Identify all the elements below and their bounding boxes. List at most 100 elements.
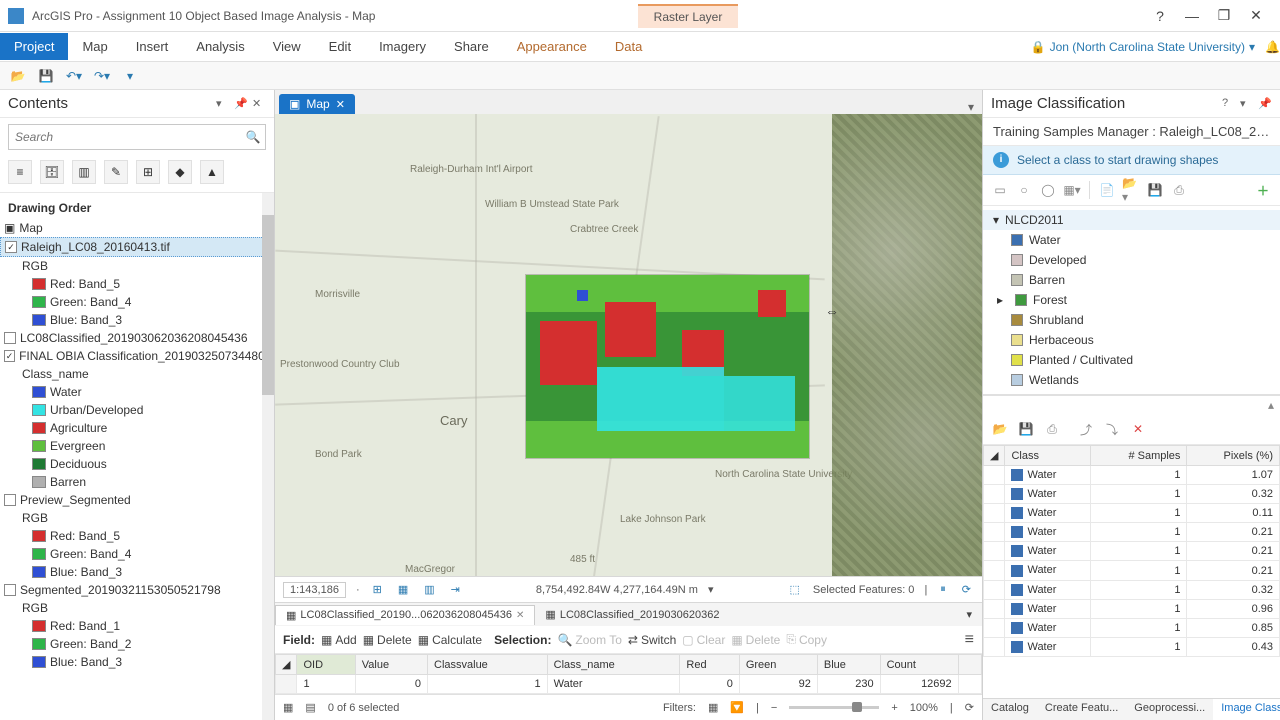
add-field-button[interactable]: ▦ Add [321, 633, 357, 647]
save-samples-icon[interactable]: 💾 [1017, 420, 1035, 438]
menu-icon[interactable]: ≡ [965, 631, 974, 649]
rectangle-tool-icon[interactable]: ▭ [991, 181, 1009, 199]
scrollbar[interactable] [262, 193, 274, 720]
restore-icon[interactable]: ❐ [1208, 4, 1240, 28]
map-tab[interactable]: ▣ Map ✕ [279, 94, 355, 114]
signed-in-user[interactable]: 🔒Jon (North Carolina State University)▾ [1031, 40, 1265, 54]
schema-class-row[interactable]: Barren [983, 270, 1280, 290]
attr-dropdown-icon[interactable]: ▾ [956, 605, 982, 624]
checkbox-icon[interactable]: ✓ [5, 241, 17, 253]
tab-appearance[interactable]: Appearance [503, 33, 601, 60]
layer-segmented[interactable]: Segmented_20190321153050521798 [0, 581, 274, 599]
pin-icon[interactable]: 📌 [234, 97, 248, 111]
tab-map[interactable]: Map [68, 33, 121, 60]
delete-sample-icon[interactable]: ✕ [1129, 420, 1147, 438]
schema-class-row[interactable]: Developed [983, 250, 1280, 270]
tab-geoprocessing[interactable]: Geoprocessi... [1126, 699, 1213, 720]
close-tab-icon[interactable]: ✕ [516, 610, 524, 621]
checkbox-icon[interactable] [4, 332, 16, 344]
attr-tab-2[interactable]: ▦ LC08Classified_2019030620362 [535, 605, 729, 624]
tab-catalog[interactable]: Catalog [983, 699, 1037, 720]
close-icon[interactable]: ✕ [1240, 4, 1272, 28]
sample-row[interactable]: Water10.32 [984, 485, 1280, 504]
col-class[interactable]: Class [1005, 446, 1091, 466]
delete-sel-button[interactable]: ▦ Delete [731, 633, 780, 647]
col-pixels[interactable]: Pixels (%) [1187, 446, 1280, 466]
list-by-snapping-icon[interactable]: ⊞ [136, 160, 160, 184]
open-icon[interactable]: 📂 [8, 66, 28, 86]
save-schema-icon[interactable]: 💾 [1146, 181, 1164, 199]
layer-final-obia[interactable]: ✓FINAL OBIA Classification_2019032507344… [0, 347, 274, 365]
tab-view[interactable]: View [259, 33, 315, 60]
delete-field-button[interactable]: ▦ Delete [363, 633, 412, 647]
collapse-icon[interactable]: ▴ [1268, 398, 1274, 412]
col-red[interactable]: Red [680, 655, 739, 675]
close-tab-icon[interactable]: ✕ [336, 98, 345, 111]
list-by-selection-icon[interactable]: ▥ [72, 160, 96, 184]
tab-project[interactable]: Project [0, 33, 68, 60]
sample-row[interactable]: Water10.85 [984, 618, 1280, 637]
sample-row[interactable]: Water10.21 [984, 523, 1280, 542]
pin-icon[interactable]: 📌 [1258, 97, 1272, 111]
dropdown-icon[interactable]: ▾ [1240, 97, 1254, 111]
attr-tab-1[interactable]: ▦ LC08Classified_20190...062036208045436… [275, 605, 535, 625]
filter-icon[interactable]: ▦ [708, 701, 718, 714]
nav-tool-icon[interactable]: ▦ [395, 583, 411, 596]
zoom-out-icon[interactable]: − [771, 702, 777, 714]
sample-row[interactable]: Water10.43 [984, 637, 1280, 656]
show-all-icon[interactable]: ▦ [283, 701, 293, 714]
copy-button[interactable]: ⎘ Copy [786, 632, 827, 647]
schema-class-row[interactable]: Wetlands [983, 370, 1280, 390]
tab-create-features[interactable]: Create Featu... [1037, 699, 1126, 720]
schema-class-row[interactable]: Water [983, 230, 1280, 250]
schema-root[interactable]: ▾NLCD2011 [983, 210, 1280, 230]
tab-share[interactable]: Share [440, 33, 503, 60]
help-icon[interactable]: ? [1222, 97, 1236, 111]
map-frame-row[interactable]: ▣Map [0, 219, 274, 237]
tab-edit[interactable]: Edit [315, 33, 365, 60]
search-icon[interactable]: 🔍 [241, 130, 265, 144]
corner-cell[interactable]: ◢ [276, 655, 297, 675]
sample-row[interactable]: Water10.21 [984, 542, 1280, 561]
map-canvas[interactable]: Raleigh-Durham Int'l Airport William B U… [275, 114, 982, 576]
sample-row[interactable]: Water10.21 [984, 561, 1280, 580]
checkbox-icon[interactable]: ✓ [4, 350, 15, 362]
search-input[interactable] [9, 130, 241, 144]
lasso-tool-icon[interactable]: ◯ [1039, 181, 1057, 199]
circle-tool-icon[interactable]: ○ [1015, 181, 1033, 199]
tab-insert[interactable]: Insert [122, 33, 183, 60]
minimize-icon[interactable]: — [1176, 4, 1208, 28]
swipe-handle-icon[interactable]: ⇔ [825, 304, 839, 318]
layer-preview-segmented[interactable]: Preview_Segmented [0, 491, 274, 509]
sample-row[interactable]: Water10.96 [984, 599, 1280, 618]
list-by-labeling-icon[interactable]: ◆ [168, 160, 192, 184]
schema-class-row[interactable]: Shrubland [983, 310, 1280, 330]
pause-icon[interactable]: ⏸ [937, 583, 949, 596]
save-icon[interactable]: 💾 [36, 66, 56, 86]
layer-lc08classified[interactable]: LC08Classified_201903062036208045436 [0, 329, 274, 347]
switch-button[interactable]: ⇄ Switch [628, 633, 676, 647]
open-samples-icon[interactable]: 📂 [991, 420, 1009, 438]
layer-raleigh[interactable]: ✓Raleigh_LC08_20160413.tif [0, 237, 274, 257]
merge-icon[interactable]: ⤴ [1077, 420, 1095, 438]
corner-cell[interactable]: ◢ [984, 446, 1005, 466]
table-row[interactable]: 1 0 1 Water 0 92 230 12692 [276, 675, 982, 694]
segment-tool-icon[interactable]: ▦▾ [1063, 181, 1081, 199]
dropdown-icon[interactable]: ▾ [216, 97, 230, 111]
filter-icon[interactable]: 🔽 [730, 701, 744, 714]
col-green[interactable]: Green [739, 655, 817, 675]
undo-icon[interactable]: ↶▾ [64, 66, 84, 86]
sample-row[interactable]: Water10.11 [984, 504, 1280, 523]
tab-imagery[interactable]: Imagery [365, 33, 440, 60]
nav-tool-icon[interactable]: ⊞ [370, 583, 385, 596]
schema-class-row[interactable]: ▸Forest [983, 290, 1280, 310]
view-dropdown-icon[interactable]: ▾ [960, 100, 982, 114]
close-panel-icon[interactable]: ✕ [252, 97, 266, 111]
list-by-source-icon[interactable]: 🗄 [40, 160, 64, 184]
samples-table[interactable]: ◢ Class # Samples Pixels (%) Water11.07W… [983, 445, 1280, 698]
refresh-table-icon[interactable]: ⟳ [965, 701, 974, 714]
tab-data[interactable]: Data [601, 33, 656, 60]
schema-class-row[interactable]: Herbaceous [983, 330, 1280, 350]
sample-row[interactable]: Water11.07 [984, 466, 1280, 485]
show-selected-icon[interactable]: ▤ [305, 701, 315, 714]
